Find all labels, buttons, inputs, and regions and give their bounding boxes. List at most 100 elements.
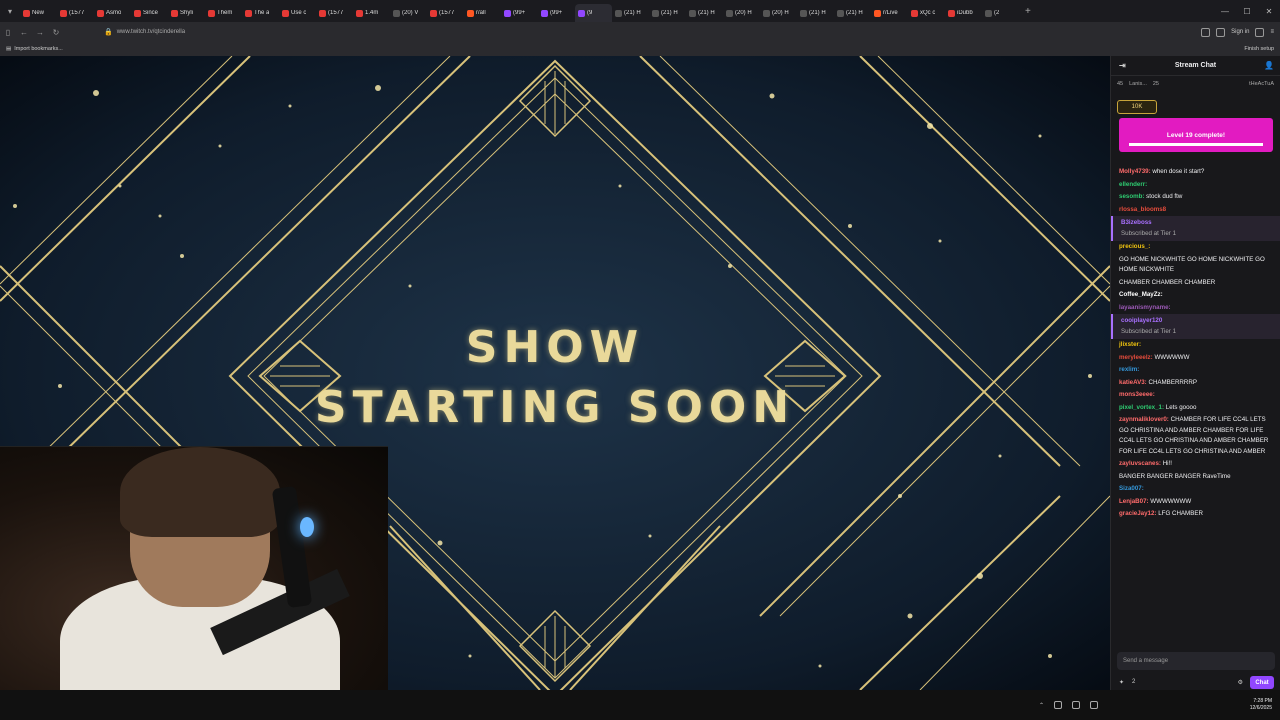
browser-tab[interactable]: iDubb (945, 4, 982, 22)
chat-message: mons3eeee: (1111, 389, 1280, 402)
chat-message: meryleeelz: WWWWWW (1111, 352, 1280, 365)
sign-in-button[interactable]: Sign in (1231, 29, 1249, 35)
chat-username[interactable]: B3izeboss (1121, 219, 1152, 226)
browser-tab[interactable]: (20) V (390, 4, 427, 22)
tab-label: (1577 (439, 10, 455, 16)
chat-username[interactable]: zaynmaliklover0: (1119, 416, 1169, 423)
tray-chevron-icon[interactable]: ⌃ (1039, 702, 1044, 709)
chat-message-input[interactable]: Send a message (1117, 652, 1275, 670)
network-icon[interactable] (1054, 701, 1062, 709)
browser-tab[interactable]: (20) H (760, 4, 797, 22)
tab-label: Since (143, 10, 159, 16)
extensions-icon[interactable] (1255, 27, 1265, 37)
new-tab-button[interactable]: + (1025, 6, 1031, 17)
subscription-tier: Subscribed at Tier 1 (1121, 327, 1177, 335)
collapse-chat-icon[interactable]: ⇥ (1119, 61, 1126, 70)
chat-message: ellenderr: (1111, 179, 1280, 192)
tab-favicon-icon (874, 9, 881, 17)
browser-tab[interactable]: Use c (279, 4, 316, 22)
chat-username[interactable]: precious_: (1119, 243, 1150, 250)
browser-toolbar: ▯ ← → ↻ 🔒 www.twitch.tv/qtcinderella Sig… (0, 22, 1280, 42)
downloads-icon[interactable] (1201, 27, 1211, 37)
community-icon[interactable]: 👤 (1264, 61, 1274, 70)
maximize-icon[interactable]: ☐ (1236, 0, 1258, 22)
sidebar-icon[interactable]: ▯ (0, 28, 16, 37)
finish-setup-button[interactable]: Finish setup (1244, 46, 1274, 52)
tab-favicon-icon (615, 9, 622, 17)
account-icon[interactable] (1216, 27, 1226, 37)
chat-username[interactable]: Siza007: (1119, 485, 1144, 492)
chat-message: zayluvscanes: Hi!! (1111, 458, 1280, 471)
chat-text: CHAMBERRRRP (1146, 378, 1197, 386)
browser-tab[interactable]: (20) H (723, 4, 760, 22)
level-complete-banner: Level 19 complete! (1119, 118, 1273, 152)
reload-icon[interactable]: ↻ (48, 28, 64, 37)
chat-username[interactable]: meryleeelz: (1119, 354, 1153, 361)
chat-username[interactable]: gracieJay12: (1119, 510, 1157, 517)
back-icon[interactable]: ← (16, 28, 32, 37)
chat-username[interactable]: cooiplayer120 (1121, 317, 1162, 324)
chat-username[interactable]: jlixster: (1119, 341, 1141, 348)
browser-tab[interactable]: (2 (982, 4, 1019, 22)
browser-tab[interactable]: (21) H (649, 4, 686, 22)
chat-username[interactable]: Molly4739: (1119, 168, 1151, 175)
chat-username[interactable]: rlossa_blooms8 (1119, 206, 1166, 213)
browser-tab[interactable]: Since (131, 4, 168, 22)
chat-message: jlixster: (1111, 339, 1280, 352)
browser-tab[interactable]: r/all (464, 4, 501, 22)
browser-tab[interactable]: The a (242, 4, 279, 22)
leaderboard-name[interactable]: Lanis... (1129, 81, 1147, 87)
minimize-icon[interactable]: — (1214, 0, 1236, 22)
tab-menu-icon[interactable]: ▾ (4, 5, 16, 17)
browser-tab[interactable]: Asmo (94, 4, 131, 22)
chat-username[interactable]: layaanismyname: (1119, 304, 1171, 311)
chat-username[interactable]: sesomb: (1119, 193, 1144, 200)
channel-points-count: 2 (1132, 679, 1136, 685)
video-player[interactable]: SHOW STARTING SOON (0, 56, 1110, 690)
tab-favicon-icon (60, 9, 67, 17)
browser-tab[interactable]: r/Live (871, 4, 908, 22)
system-clock[interactable]: 7:28 PM 12/6/2025 (1250, 698, 1272, 712)
browser-tab[interactable]: (21) H (797, 4, 834, 22)
hype-train-badge[interactable]: 10K (1117, 100, 1157, 114)
volume-icon[interactable] (1072, 701, 1080, 709)
address-bar[interactable]: 🔒 www.twitch.tv/qtcinderella (104, 25, 1084, 39)
chat-send-button[interactable]: Chat (1250, 676, 1274, 689)
forward-icon[interactable]: → (32, 28, 48, 37)
menu-icon[interactable]: ≡ (1270, 29, 1274, 35)
chat-username[interactable]: katieAV3: (1119, 379, 1147, 386)
chat-username[interactable]: Coffee_MayZz: (1119, 291, 1163, 298)
chat-message: Siza007: (1111, 483, 1280, 496)
browser-tab[interactable]: (99+ (501, 4, 538, 22)
browser-tab[interactable]: 1.4m (353, 4, 390, 22)
browser-tab[interactable]: (21) H (834, 4, 871, 22)
browser-tab[interactable]: Shyli (168, 4, 205, 22)
chat-username[interactable]: rexlim: (1119, 366, 1139, 373)
tab-list: New (1577 Asmo Since Shyli Them The a Use c (157… (20, 0, 1019, 22)
chat-username[interactable]: zayluvscanes: (1119, 460, 1161, 467)
taskbar: ⌃ (0, 690, 1110, 720)
chat-username[interactable]: LenjaB07: (1119, 498, 1149, 505)
lock-icon: 🔒 (104, 29, 113, 36)
close-icon[interactable]: ✕ (1258, 0, 1280, 22)
browser-tab[interactable]: (21) H (612, 4, 649, 22)
browser-tab[interactable]: (1577 (427, 4, 464, 22)
tab-favicon-icon (208, 9, 215, 17)
browser-tab[interactable]: (1577 (316, 4, 353, 22)
browser-tab[interactable]: (9 (575, 4, 612, 22)
settings-icon[interactable]: ⚙ (1238, 679, 1243, 686)
browser-tab[interactable]: (21) H (686, 4, 723, 22)
chat-username[interactable]: pixel_vortex_1: (1119, 404, 1164, 411)
browser-tab[interactable]: xQc c (908, 4, 945, 22)
chat-username[interactable]: mons3eeee: (1119, 391, 1155, 398)
import-bookmarks-link[interactable]: Import bookmarks... (14, 46, 63, 52)
browser-tab[interactable]: (1577 (57, 4, 94, 22)
chat-text: GO HOME NICKWHITE GO HOME NICKWHITE GO H… (1119, 255, 1265, 274)
browser-tab[interactable]: Them (205, 4, 242, 22)
browser-tab[interactable]: New (20, 4, 57, 22)
browser-tab[interactable]: (99+ (538, 4, 575, 22)
channel-points-icon[interactable]: ✦ (1119, 679, 1124, 686)
leaderboard-name-2[interactable]: tHeAcTuA (1249, 81, 1274, 87)
chat-username[interactable]: ellenderr: (1119, 181, 1147, 188)
battery-icon[interactable] (1090, 701, 1098, 709)
